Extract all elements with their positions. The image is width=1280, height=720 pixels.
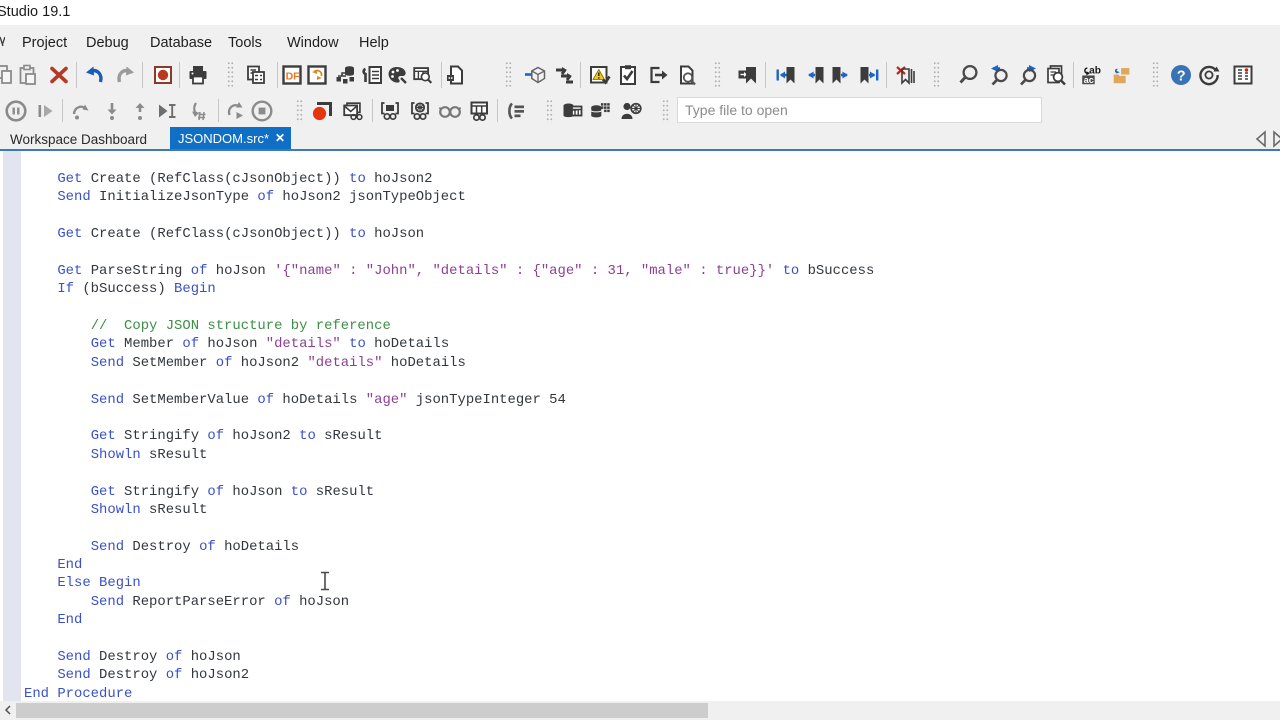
svg-text:DF: DF bbox=[286, 71, 301, 83]
svg-text:T: T bbox=[573, 111, 577, 117]
svg-text:?: ? bbox=[1177, 68, 1186, 84]
svg-text:ac: ac bbox=[1084, 75, 1094, 85]
